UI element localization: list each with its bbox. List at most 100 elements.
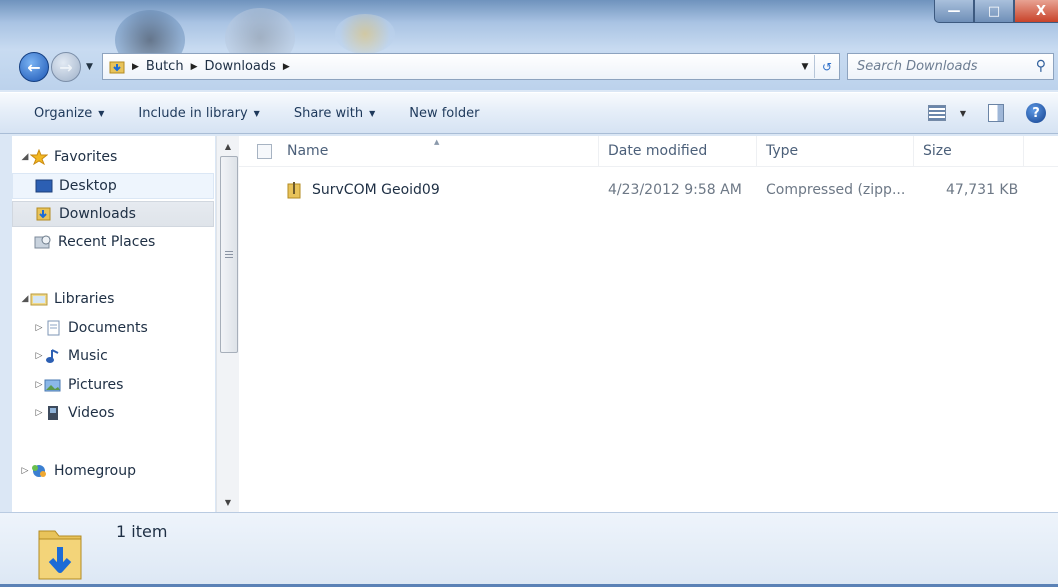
address-bar[interactable]: ▶ Butch ▶ Downloads ▶ ▼ ↺ [102, 53, 840, 80]
file-name: SurvCOM Geoid09 [312, 182, 440, 198]
homegroup-icon [32, 465, 46, 477]
file-date-cell: 4/23/2012 9:58 AM [608, 182, 742, 198]
collapsed-triangle-icon[interactable]: ▷ [34, 323, 44, 333]
breadcrumb-butch[interactable]: Butch [146, 59, 184, 74]
search-input[interactable]: Search Downloads ⚲ [847, 53, 1054, 80]
nav-item-documents[interactable]: ▷ Documents [34, 316, 148, 340]
nav-label-desktop: Desktop [59, 178, 117, 194]
nav-label-recent: Recent Places [58, 234, 156, 250]
music-icon [46, 349, 59, 363]
file-list: Name ▲ Date modified Type Size SurvCOM G… [239, 136, 1058, 512]
nav-item-libraries[interactable]: ◢ Libraries [20, 287, 115, 311]
breadcrumb-separator[interactable]: ▶ [283, 62, 290, 72]
help-icon[interactable]: ? [1026, 103, 1046, 123]
chevron-down-icon: ▼ [369, 108, 376, 118]
desktop-icon [35, 179, 53, 193]
pictures-icon [44, 379, 61, 392]
include-label: Include in library [138, 105, 248, 121]
documents-icon [47, 320, 60, 336]
nav-item-desktop[interactable]: Desktop [12, 173, 214, 199]
close-button[interactable]: X [1014, 0, 1058, 23]
chevron-down-icon: ▼ [98, 108, 105, 118]
search-placeholder: Search Downloads [857, 59, 978, 74]
nav-item-pictures[interactable]: ▷ Pictures [34, 373, 124, 397]
column-header-type[interactable]: Type [757, 136, 914, 166]
star-icon [30, 149, 48, 165]
folder-download-icon [109, 61, 125, 73]
back-button[interactable]: ← [19, 52, 49, 82]
nav-item-downloads[interactable]: Downloads [12, 201, 214, 227]
downloads-folder-icon [36, 207, 51, 221]
view-details-icon[interactable] [927, 105, 946, 121]
collapsed-triangle-icon[interactable]: ▷ [20, 466, 30, 476]
videos-icon [48, 406, 58, 420]
downloads-folder-large-icon [38, 530, 82, 580]
scroll-up-arrow-icon[interactable]: ▲ [217, 138, 239, 154]
breadcrumb-separator[interactable]: ▶ [132, 62, 139, 72]
nav-label-homegroup: Homegroup [54, 463, 137, 479]
column-header-name[interactable]: Name ▲ [249, 136, 599, 166]
forward-button[interactable]: → [51, 52, 81, 82]
navigation-pane: ◢ Favorites Desktop Downloads Recent Pla… [12, 136, 215, 512]
scrollbar-thumb[interactable] [220, 156, 238, 353]
nav-item-music[interactable]: ▷ Music [34, 344, 108, 368]
collapsed-triangle-icon[interactable]: ▷ [34, 351, 44, 361]
column-date-label: Date modified [608, 143, 708, 159]
new-folder-label: New folder [409, 105, 480, 121]
arrow-right-icon: → [59, 57, 73, 77]
navigation-scrollbar[interactable]: ▲ ▼ [216, 136, 239, 512]
nav-item-videos[interactable]: ▷ Videos [34, 401, 115, 425]
zip-folder-icon [287, 182, 301, 199]
collapsed-triangle-icon[interactable]: ▷ [34, 380, 44, 390]
window-controls: — □ X [934, 0, 1058, 28]
libraries-icon [30, 293, 48, 306]
column-name-label: Name [287, 143, 329, 159]
desktop-blur [335, 14, 395, 54]
new-folder-button[interactable]: New folder [409, 106, 479, 121]
command-bar: Organize ▼ Include in library ▼ Share with… [0, 92, 1058, 134]
minimize-button[interactable]: — [934, 0, 974, 23]
column-size-label: Size [923, 143, 952, 159]
address-actions: ▼ ↺ [796, 54, 839, 79]
nav-label-videos: Videos [68, 405, 115, 421]
chevron-down-icon[interactable]: ▼ [960, 109, 966, 118]
arrow-left-icon: ← [27, 57, 41, 77]
nav-label-pictures: Pictures [68, 377, 124, 393]
details-pane: 1 item [0, 512, 1058, 587]
recent-places-icon [34, 235, 51, 249]
grip-icon [225, 251, 233, 258]
chevron-down-icon[interactable]: ▼ [796, 62, 814, 72]
refresh-icon[interactable]: ↺ [814, 55, 839, 78]
nav-item-recent-places[interactable]: Recent Places [34, 230, 155, 254]
view-controls: ▼ ? [927, 93, 1058, 133]
include-in-library-menu[interactable]: Include in library ▼ [138, 106, 259, 121]
preview-pane-icon[interactable] [988, 104, 1004, 122]
nav-label-libraries: Libraries [54, 291, 115, 307]
select-all-checkbox[interactable] [257, 143, 272, 159]
nav-label-documents: Documents [68, 320, 148, 336]
column-header-row: Name ▲ Date modified Type Size [239, 136, 1058, 167]
file-row[interactable]: SurvCOM Geoid09 4/23/2012 9:58 AM Compre… [239, 178, 1058, 202]
expand-triangle-icon[interactable]: ◢ [20, 294, 30, 304]
scroll-down-arrow-icon[interactable]: ▼ [217, 494, 239, 510]
sort-ascending-icon: ▲ [434, 138, 440, 146]
expand-triangle-icon[interactable]: ◢ [20, 152, 30, 162]
chevron-down-icon: ▼ [253, 108, 260, 118]
explorer-window: — □ X ← → ▼ ▶ Butch ▶ Downloads ▶ ▼ ↺ Se… [0, 0, 1058, 587]
share-with-menu[interactable]: Share with ▼ [294, 106, 375, 121]
recent-pages-dropdown[interactable]: ▼ [86, 62, 93, 72]
nav-label-downloads: Downloads [59, 206, 136, 222]
column-header-date[interactable]: Date modified [599, 136, 757, 166]
nav-label-music: Music [68, 348, 108, 364]
breadcrumb-downloads[interactable]: Downloads [205, 59, 276, 74]
organize-menu[interactable]: Organize ▼ [34, 106, 104, 121]
file-name-cell[interactable]: SurvCOM Geoid09 [287, 178, 440, 202]
organize-label: Organize [34, 105, 93, 121]
collapsed-triangle-icon[interactable]: ▷ [34, 408, 44, 418]
column-header-size[interactable]: Size [914, 136, 1024, 166]
maximize-button[interactable]: □ [974, 0, 1014, 23]
nav-item-favorites[interactable]: ◢ Favorites [20, 145, 117, 169]
search-icon[interactable]: ⚲ [1036, 58, 1046, 74]
nav-item-homegroup[interactable]: ▷ Homegroup [20, 459, 136, 483]
breadcrumb-separator[interactable]: ▶ [191, 62, 198, 72]
